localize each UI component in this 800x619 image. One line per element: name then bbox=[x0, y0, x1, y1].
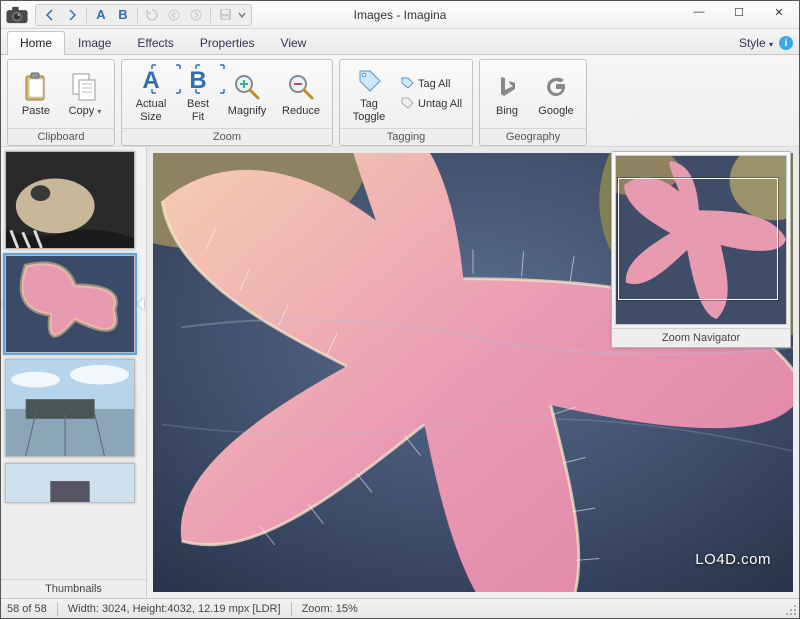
qat-separator bbox=[210, 7, 211, 23]
status-zoom: Zoom: 15% bbox=[302, 603, 358, 615]
untag-all-button[interactable]: Untag All bbox=[395, 94, 467, 114]
qat-actual-size-button[interactable]: A bbox=[91, 5, 111, 25]
quick-access-toolbar: A B bbox=[35, 4, 252, 26]
tagging-group-title: Tagging bbox=[340, 128, 472, 145]
status-dimensions: Width: 3024, Height:4032, 12.19 mpx [LDR… bbox=[68, 603, 281, 615]
status-separator bbox=[57, 602, 58, 616]
qat-save-button[interactable] bbox=[215, 5, 235, 25]
copy-label: Copy ▾ bbox=[69, 105, 102, 118]
qat-forward-button[interactable] bbox=[186, 5, 206, 25]
thumbnail-item[interactable] bbox=[5, 359, 135, 457]
actual-size-button[interactable]: A ActualSize bbox=[127, 63, 175, 125]
qat-best-fit-button[interactable]: B bbox=[113, 5, 133, 25]
info-icon[interactable]: i bbox=[779, 36, 793, 50]
qat-next-button[interactable] bbox=[62, 5, 82, 25]
maximize-button[interactable]: ☐ bbox=[719, 1, 759, 23]
bing-icon bbox=[495, 71, 519, 103]
magnify-label: Magnify bbox=[228, 105, 267, 118]
minimize-button[interactable]: — bbox=[679, 1, 719, 23]
qat-separator bbox=[137, 7, 138, 23]
bing-button[interactable]: Bing bbox=[485, 63, 529, 125]
tag-small-buttons: Tag All Untag All bbox=[395, 74, 467, 114]
clipboard-group-title: Clipboard bbox=[8, 128, 114, 145]
zoom-navigator-viewport[interactable] bbox=[618, 178, 778, 300]
ribbon-group-geography: Bing Google Geography bbox=[479, 59, 587, 146]
thumbnails-title: Thumbnails bbox=[1, 579, 146, 598]
tag-all-icon bbox=[400, 76, 414, 93]
best-fit-button[interactable]: B BestFit bbox=[177, 63, 219, 125]
status-bar: 58 of 58 Width: 3024, Height:4032, 12.19… bbox=[1, 598, 799, 618]
best-fit-label: BestFit bbox=[187, 98, 209, 123]
magnify-icon bbox=[233, 71, 261, 103]
tag-toggle-button[interactable]: TagToggle bbox=[345, 63, 393, 125]
thumbnails-panel: Thumbnails bbox=[1, 147, 147, 598]
paste-label: Paste bbox=[22, 105, 50, 118]
content-area: Thumbnails bbox=[1, 146, 799, 598]
zoom-navigator-title: Zoom Navigator bbox=[612, 328, 790, 347]
copy-button[interactable]: Copy ▾ bbox=[61, 63, 109, 125]
tab-home[interactable]: Home bbox=[7, 31, 65, 55]
status-separator bbox=[291, 602, 292, 616]
bing-label: Bing bbox=[496, 105, 518, 118]
tab-image[interactable]: Image bbox=[65, 31, 124, 55]
thumbnail-item[interactable] bbox=[5, 463, 135, 503]
tag-all-button[interactable]: Tag All bbox=[395, 74, 467, 94]
app-icon[interactable] bbox=[1, 1, 33, 29]
best-fit-icon: B bbox=[189, 64, 206, 96]
qat-back-button[interactable] bbox=[164, 5, 184, 25]
close-button[interactable]: ✕ bbox=[759, 1, 799, 23]
qat-prev-button[interactable] bbox=[40, 5, 60, 25]
untag-all-label: Untag All bbox=[418, 98, 462, 110]
tag-icon bbox=[356, 64, 382, 96]
google-icon bbox=[544, 71, 568, 103]
zoom-group-title: Zoom bbox=[122, 128, 332, 145]
qat-separator bbox=[86, 7, 87, 23]
qat-customize-dropdown[interactable] bbox=[237, 5, 247, 25]
reduce-label: Reduce bbox=[282, 105, 320, 118]
ribbon-group-zoom: A ActualSize B BestFit bbox=[121, 59, 333, 146]
status-position: 58 of 58 bbox=[7, 603, 47, 615]
copy-icon bbox=[71, 71, 99, 103]
actual-size-icon: A bbox=[142, 64, 159, 96]
title-bar: A B Images - Imagina — ☐ ✕ bbox=[1, 1, 799, 29]
thumbnails-list[interactable] bbox=[1, 147, 146, 579]
reduce-icon bbox=[287, 71, 315, 103]
actual-size-label: ActualSize bbox=[136, 98, 167, 123]
window-controls: — ☐ ✕ bbox=[679, 1, 799, 29]
ribbon-group-clipboard: Paste Copy ▾ Clipboard bbox=[7, 59, 115, 146]
ribbon-tabs: Home Image Effects Properties View Style… bbox=[1, 29, 799, 55]
google-label: Google bbox=[538, 105, 573, 118]
tag-all-label: Tag All bbox=[418, 78, 450, 90]
ribbon-group-tagging: TagToggle Tag All Untag All Tagging bbox=[339, 59, 473, 146]
reduce-button[interactable]: Reduce bbox=[275, 63, 327, 125]
image-viewer[interactable]: Zoom Navigator LO4D.com bbox=[147, 147, 799, 598]
untag-all-icon bbox=[400, 96, 414, 113]
style-dropdown[interactable]: Style ▾ bbox=[739, 36, 773, 50]
tabstrip-right: Style ▾ i bbox=[739, 36, 793, 50]
paste-button[interactable]: Paste bbox=[13, 63, 59, 125]
zoom-navigator-image[interactable] bbox=[615, 155, 787, 325]
geography-group-title: Geography bbox=[480, 128, 586, 145]
zoom-navigator-panel[interactable]: Zoom Navigator bbox=[611, 151, 791, 348]
magnify-button[interactable]: Magnify bbox=[221, 63, 273, 125]
paste-icon bbox=[23, 71, 49, 103]
resize-grip-icon[interactable] bbox=[785, 604, 797, 616]
ribbon: Paste Copy ▾ Clipboard bbox=[1, 55, 799, 149]
tab-effects[interactable]: Effects bbox=[124, 31, 186, 55]
tab-view[interactable]: View bbox=[268, 31, 320, 55]
tab-properties[interactable]: Properties bbox=[187, 31, 268, 55]
tag-toggle-label: TagToggle bbox=[353, 98, 385, 123]
thumbnail-item[interactable] bbox=[5, 151, 135, 249]
qat-refresh-button[interactable] bbox=[142, 5, 162, 25]
google-button[interactable]: Google bbox=[531, 63, 581, 125]
thumbnail-item-selected[interactable] bbox=[5, 255, 135, 353]
